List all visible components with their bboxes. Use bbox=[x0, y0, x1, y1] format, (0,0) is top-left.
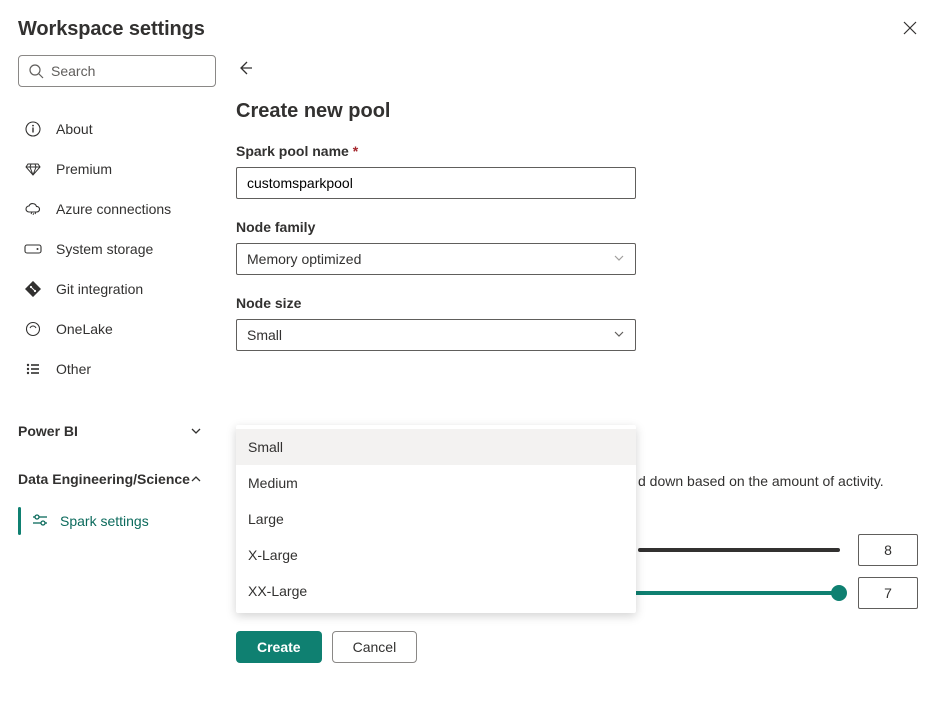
nav-label: About bbox=[56, 121, 93, 137]
back-icon[interactable] bbox=[236, 59, 254, 77]
page-title: Create new pool bbox=[236, 100, 918, 123]
page-header: Workspace settings bbox=[18, 18, 205, 41]
subnav-label: Spark settings bbox=[60, 513, 149, 529]
main-content: Create new pool Spark pool name * Node f… bbox=[222, 55, 944, 663]
storage-icon bbox=[24, 240, 42, 258]
cloud-icon bbox=[24, 200, 42, 218]
node-size-option-xlarge[interactable]: X-Large bbox=[236, 537, 636, 573]
autoscale-hint-partial: d down based on the amount of activity. bbox=[638, 473, 884, 489]
nav-label: Azure connections bbox=[56, 201, 171, 217]
nav-item-git-integration[interactable]: Git integration bbox=[18, 269, 222, 309]
pool-name-input[interactable] bbox=[236, 167, 636, 199]
node-size-option-medium[interactable]: Medium bbox=[236, 465, 636, 501]
pool-name-label: Spark pool name * bbox=[236, 143, 918, 159]
autoscale-slider[interactable] bbox=[638, 541, 840, 559]
section-label: Data Engineering/Science bbox=[18, 471, 190, 489]
diamond-icon bbox=[24, 160, 42, 178]
node-size-dropdown: Small Medium Large X-Large XX-Large bbox=[236, 425, 636, 613]
sliders-icon bbox=[32, 513, 48, 530]
node-family-label: Node family bbox=[236, 219, 918, 235]
nav-item-system-storage[interactable]: System storage bbox=[18, 229, 222, 269]
chevron-down-icon bbox=[613, 327, 625, 343]
section-data-eng[interactable]: Data Engineering/Science bbox=[18, 461, 222, 499]
node-family-select[interactable]: Memory optimized bbox=[236, 243, 636, 275]
cancel-button[interactable]: Cancel bbox=[332, 631, 418, 663]
nav-label: Premium bbox=[56, 161, 112, 177]
create-button[interactable]: Create bbox=[236, 631, 322, 663]
section-label: Power BI bbox=[18, 423, 78, 441]
nav-item-onelake[interactable]: OneLake bbox=[18, 309, 222, 349]
nav-item-other[interactable]: Other bbox=[18, 349, 222, 389]
onelake-icon bbox=[24, 320, 42, 338]
nav-label: Git integration bbox=[56, 281, 143, 297]
node-size-option-xxlarge[interactable]: XX-Large bbox=[236, 573, 636, 609]
node-size-label: Node size bbox=[236, 295, 918, 311]
nav-item-about[interactable]: About bbox=[18, 109, 222, 149]
nav-label: System storage bbox=[56, 241, 153, 257]
node-size-option-large[interactable]: Large bbox=[236, 501, 636, 537]
nav-label: OneLake bbox=[56, 321, 113, 337]
node-size-value: Small bbox=[247, 327, 282, 343]
sidebar: About Premium Azure connections System s… bbox=[18, 55, 222, 663]
allocate-max-value[interactable]: 7 bbox=[858, 577, 918, 609]
git-icon bbox=[24, 280, 42, 298]
nav-label: Other bbox=[56, 361, 91, 377]
other-icon bbox=[24, 360, 42, 378]
subnav-spark-settings[interactable]: Spark settings bbox=[18, 503, 222, 539]
search-input[interactable] bbox=[18, 55, 216, 87]
node-size-option-small[interactable]: Small bbox=[236, 429, 636, 465]
section-power-bi[interactable]: Power BI bbox=[18, 413, 222, 451]
nav-item-premium[interactable]: Premium bbox=[18, 149, 222, 189]
info-icon bbox=[24, 120, 42, 138]
chevron-up-icon bbox=[190, 472, 202, 488]
close-icon[interactable] bbox=[902, 20, 918, 39]
chevron-down-icon bbox=[190, 424, 202, 440]
allocate-slider-thumb-max[interactable] bbox=[831, 585, 847, 601]
chevron-down-icon bbox=[613, 251, 625, 267]
node-size-select[interactable]: Small bbox=[236, 319, 636, 351]
nav-item-azure-connections[interactable]: Azure connections bbox=[18, 189, 222, 229]
autoscale-slider-row: 8 bbox=[638, 534, 918, 566]
autoscale-max-value[interactable]: 8 bbox=[858, 534, 918, 566]
node-family-value: Memory optimized bbox=[247, 251, 361, 267]
